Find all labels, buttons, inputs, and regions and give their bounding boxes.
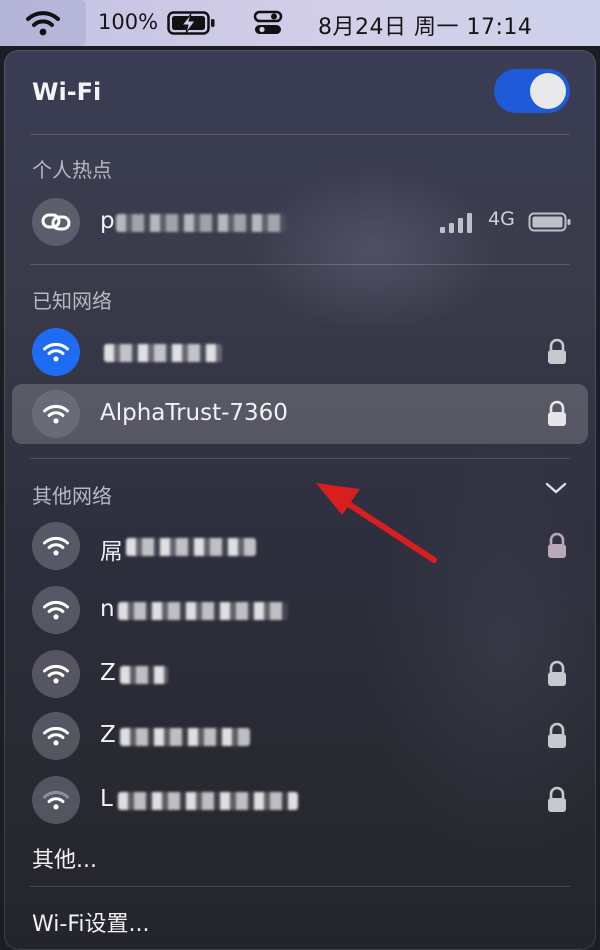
wifi-settings-link[interactable]: Wi-Fi设置... — [32, 906, 149, 938]
wifi-icon-circle — [32, 712, 80, 760]
other-network-row[interactable]: Z — [12, 706, 588, 766]
network-name: Z — [100, 722, 116, 748]
divider — [30, 458, 570, 459]
wifi-icon — [43, 600, 69, 620]
hotspot-name: p — [100, 208, 115, 234]
wifi-icon — [43, 342, 69, 362]
cellular-signal-icon — [440, 213, 472, 233]
chain-link-icon — [41, 213, 71, 231]
section-known: 已知网络 — [32, 289, 112, 313]
redacted-name — [116, 214, 286, 232]
hotspot-icon-circle — [32, 198, 80, 246]
lock-icon — [548, 722, 566, 748]
redacted-name — [120, 666, 168, 684]
lock-icon — [548, 660, 566, 686]
lock-icon — [548, 786, 566, 812]
wifi-icon — [26, 11, 60, 36]
menubar-wifi-button[interactable] — [0, 0, 86, 46]
redacted-name — [104, 344, 222, 362]
menu-bar: 100% 8月24日 周一 17:14 — [0, 0, 600, 46]
network-name: n — [100, 596, 115, 622]
other-network-row[interactable]: L — [12, 770, 588, 830]
known-network-row-connected[interactable] — [12, 322, 588, 382]
network-name: Z — [100, 660, 116, 686]
wifi-toggle[interactable] — [494, 69, 570, 113]
network-name: 屌 — [100, 539, 123, 565]
other-network-row[interactable]: Z — [12, 644, 588, 704]
panel-title: Wi-Fi — [32, 78, 102, 106]
other-network-row[interactable]: 屌 — [12, 516, 588, 576]
divider — [30, 134, 570, 135]
section-hotspot: 个人热点 — [32, 158, 112, 182]
redacted-name — [118, 792, 298, 810]
wifi-icon-circle — [32, 390, 80, 438]
battery-charging-icon[interactable] — [167, 10, 217, 42]
redacted-name — [118, 602, 288, 620]
annotation-arrow-icon — [316, 483, 437, 563]
network-name: AlphaTrust-7360 — [100, 400, 288, 426]
network-name: L — [100, 786, 113, 812]
hotspot-signal-type: 4G — [488, 208, 515, 230]
lock-icon — [548, 338, 566, 364]
chevron-down-icon[interactable] — [544, 480, 568, 496]
wifi-icon-circle — [32, 776, 80, 824]
wifi-weak-icon — [43, 790, 69, 810]
divider — [30, 886, 570, 887]
known-network-row-highlighted[interactable]: AlphaTrust-7360 — [12, 384, 588, 444]
wifi-icon — [43, 726, 69, 746]
lock-icon — [548, 400, 566, 426]
menubar-clock[interactable]: 8月24日 周一 17:14 — [318, 9, 532, 41]
section-other: 其他网络 — [32, 484, 112, 508]
wifi-connected-circle — [32, 328, 80, 376]
other-network-row[interactable]: n — [12, 580, 588, 640]
other-networks-link[interactable]: 其他... — [32, 842, 97, 874]
lock-icon — [548, 532, 566, 558]
wifi-icon-circle — [32, 650, 80, 698]
wifi-icon — [43, 664, 69, 684]
divider — [30, 264, 570, 265]
hotspot-battery-icon — [528, 212, 571, 232]
wifi-icon — [43, 404, 69, 424]
wifi-icon-circle — [32, 522, 80, 570]
wifi-menu-panel: Wi-Fi 个人热点 p 4G 已知网络 AlphaTrust-7360 其他网… — [4, 50, 596, 950]
wifi-icon-circle — [32, 586, 80, 634]
hotspot-row[interactable]: p 4G — [12, 192, 588, 252]
wifi-icon — [43, 536, 69, 556]
control-center-icon[interactable] — [253, 10, 283, 42]
battery-percent: 100% — [98, 10, 159, 34]
redacted-name — [126, 538, 256, 556]
redacted-name — [120, 728, 250, 746]
toggle-knob — [530, 73, 566, 109]
